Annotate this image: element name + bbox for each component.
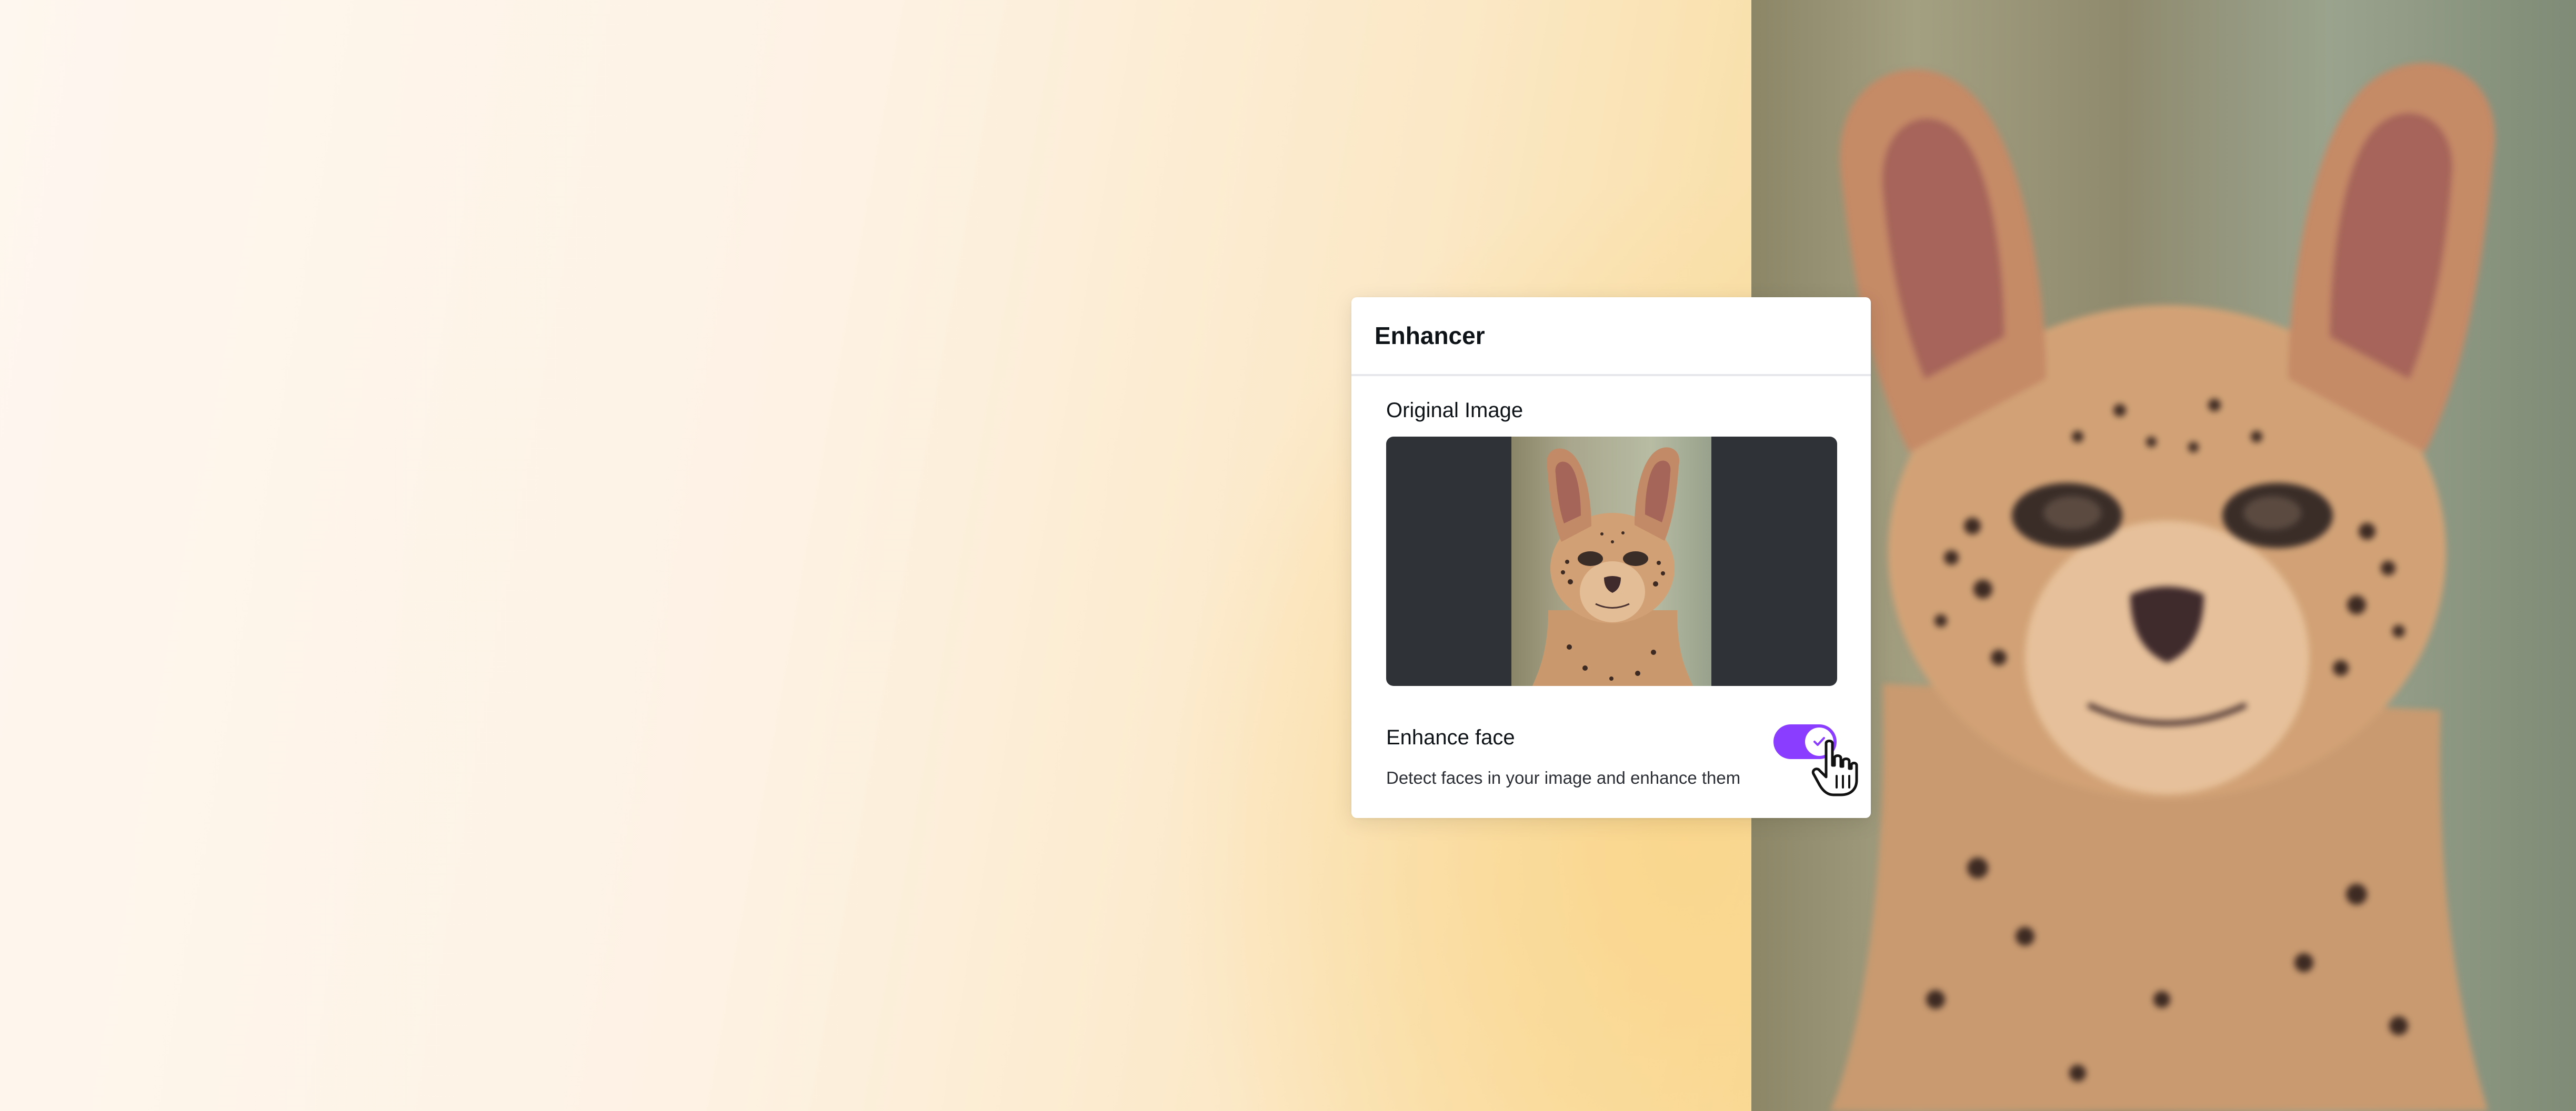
original-image-preview[interactable] bbox=[1386, 437, 1837, 686]
original-image-label: Original Image bbox=[1386, 399, 1523, 422]
enhance-face-description: Detect faces in your image and enhance t… bbox=[1386, 768, 1741, 787]
serval-thumbnail bbox=[1511, 437, 1711, 686]
serval-photo-large bbox=[1751, 0, 2576, 1111]
hand-pointer-icon bbox=[1811, 740, 1858, 796]
panel-title: Enhancer bbox=[1375, 322, 1485, 349]
enhance-face-label: Enhance face bbox=[1386, 726, 1515, 749]
enhancer-panel: Enhancer Original Image Enhance face Det… bbox=[1351, 297, 1871, 818]
panel-header: Enhancer bbox=[1351, 297, 1871, 376]
